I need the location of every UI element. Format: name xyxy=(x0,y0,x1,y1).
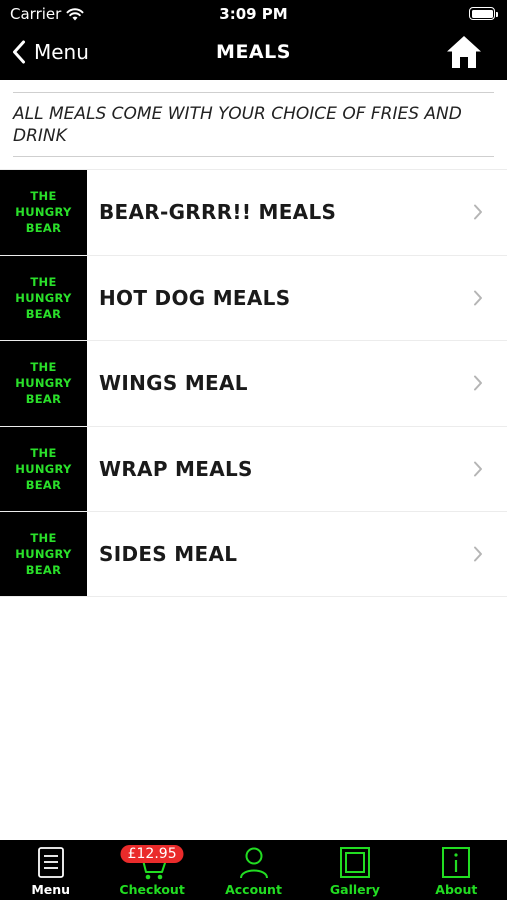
tab-account[interactable]: Account xyxy=(203,840,304,900)
meal-category-row[interactable]: THE HUNGRY BEAR SIDES MEAL xyxy=(0,511,507,597)
back-label: Menu xyxy=(34,40,89,64)
logo-text-line: BEAR xyxy=(25,392,62,407)
meal-category-label: WRAP MEALS xyxy=(99,457,253,482)
tab-about[interactable]: About xyxy=(406,840,507,900)
home-icon xyxy=(447,36,481,68)
hungry-bear-logo: THE HUNGRY BEAR xyxy=(0,426,87,512)
tab-gallery[interactable]: Gallery xyxy=(304,840,405,900)
chevron-left-icon xyxy=(13,40,25,64)
logo-text-line: BEAR xyxy=(25,563,62,578)
tab-label: About xyxy=(435,882,478,897)
menu-list-icon xyxy=(37,847,64,878)
tab-label: Account xyxy=(225,882,282,897)
meal-category-row[interactable]: THE HUNGRY BEAR WRAP MEALS xyxy=(0,425,507,512)
meals-list: THE HUNGRY BEAR BEAR-GRRR!! MEALS THE HUNGRY B… xyxy=(0,169,507,597)
meals-notice: ALL MEALS COME WITH YOUR CHOICE OF FRIES… xyxy=(13,92,494,157)
nav-bar: Menu MEALS xyxy=(0,28,507,80)
logo-text-line: THE xyxy=(30,274,57,289)
tab-label: Gallery xyxy=(329,882,380,897)
meal-category-row[interactable]: THE HUNGRY BEAR WINGS MEAL xyxy=(0,340,507,426)
logo-text-line: BEAR xyxy=(25,221,62,236)
logo-text-line: THE xyxy=(30,531,57,546)
logo-text-line: THE xyxy=(30,446,57,461)
logo-text-line: BEAR xyxy=(25,478,62,493)
battery-icon xyxy=(469,7,498,20)
meal-category-label: WINGS MEAL xyxy=(99,371,248,396)
hungry-bear-logo: THE HUNGRY BEAR xyxy=(0,512,87,596)
info-icon xyxy=(442,847,471,878)
logo-text-line: HUNGRY xyxy=(15,547,72,562)
gallery-icon xyxy=(339,847,370,878)
status-time: 3:09 PM xyxy=(219,5,288,23)
hungry-bear-logo: THE HUNGRY BEAR xyxy=(0,255,87,341)
meal-category-label: SIDES MEAL xyxy=(99,542,238,567)
logo-text-line: HUNGRY xyxy=(15,376,72,391)
chevron-right-icon xyxy=(474,204,482,220)
logo-text-line: BEAR xyxy=(25,306,62,321)
person-icon xyxy=(239,847,268,879)
logo-text-line: HUNGRY xyxy=(15,462,72,477)
hungry-bear-logo: THE HUNGRY BEAR xyxy=(0,170,87,255)
chevron-right-icon xyxy=(474,546,482,562)
tab-label: Checkout xyxy=(119,882,185,897)
meal-category-row[interactable]: THE HUNGRY BEAR HOT DOG MEALS xyxy=(0,254,507,341)
notice-text: ALL MEALS COME WITH YOUR CHOICE OF FRIES… xyxy=(13,104,462,146)
hungry-bear-logo: THE HUNGRY BEAR xyxy=(0,341,87,426)
logo-text-line: HUNGRY xyxy=(15,290,72,305)
tab-bar: Menu £12.95 Checkout Account Gallery Abo… xyxy=(0,840,507,900)
tab-menu[interactable]: Menu xyxy=(0,840,101,900)
chevron-right-icon xyxy=(474,375,482,391)
tab-checkout[interactable]: £12.95 Checkout xyxy=(101,840,202,900)
logo-text-line: HUNGRY xyxy=(15,205,72,220)
logo-text-line: THE xyxy=(30,189,57,204)
cart-total-badge: £12.95 xyxy=(120,845,184,863)
meal-category-label: HOT DOG MEALS xyxy=(99,285,291,310)
tab-label: Menu xyxy=(31,882,71,897)
back-button[interactable]: Menu xyxy=(12,40,89,64)
meal-category-row[interactable]: THE HUNGRY BEAR BEAR-GRRR!! MEALS xyxy=(0,169,507,255)
home-button[interactable] xyxy=(445,34,483,74)
status-bar: Carrier 3:09 PM xyxy=(0,0,507,28)
meal-category-label: BEAR-GRRR!! MEALS xyxy=(99,200,337,225)
logo-text-line: THE xyxy=(30,360,57,375)
chevron-right-icon xyxy=(474,461,482,477)
chevron-right-icon xyxy=(474,290,482,306)
